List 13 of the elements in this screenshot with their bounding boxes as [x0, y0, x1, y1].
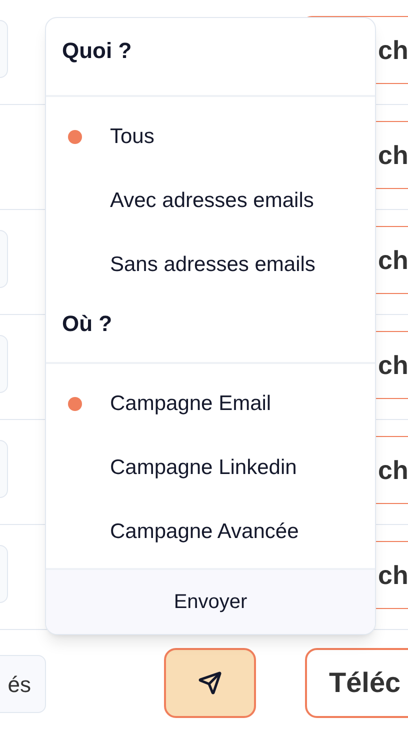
section-title: Quoi ? [62, 38, 132, 63]
menu-option[interactable]: Sans adresses emails [110, 249, 316, 281]
menu-option[interactable]: Campagne Email [110, 388, 272, 420]
section-title: Où ? [62, 311, 112, 336]
menu-option[interactable]: Campagne Linkedin [110, 452, 297, 484]
download-button[interactable]: Téléc [305, 648, 408, 718]
menu-option[interactable]: Campagne Avancée [110, 516, 299, 548]
menu-option[interactable]: Tous [110, 121, 154, 153]
submit-button[interactable]: Envoyer [46, 568, 375, 634]
send-icon [198, 671, 222, 695]
filter-button[interactable]: és [0, 655, 46, 713]
send-button[interactable] [164, 648, 256, 718]
menu-option[interactable]: Avec adresses emails [110, 185, 314, 217]
